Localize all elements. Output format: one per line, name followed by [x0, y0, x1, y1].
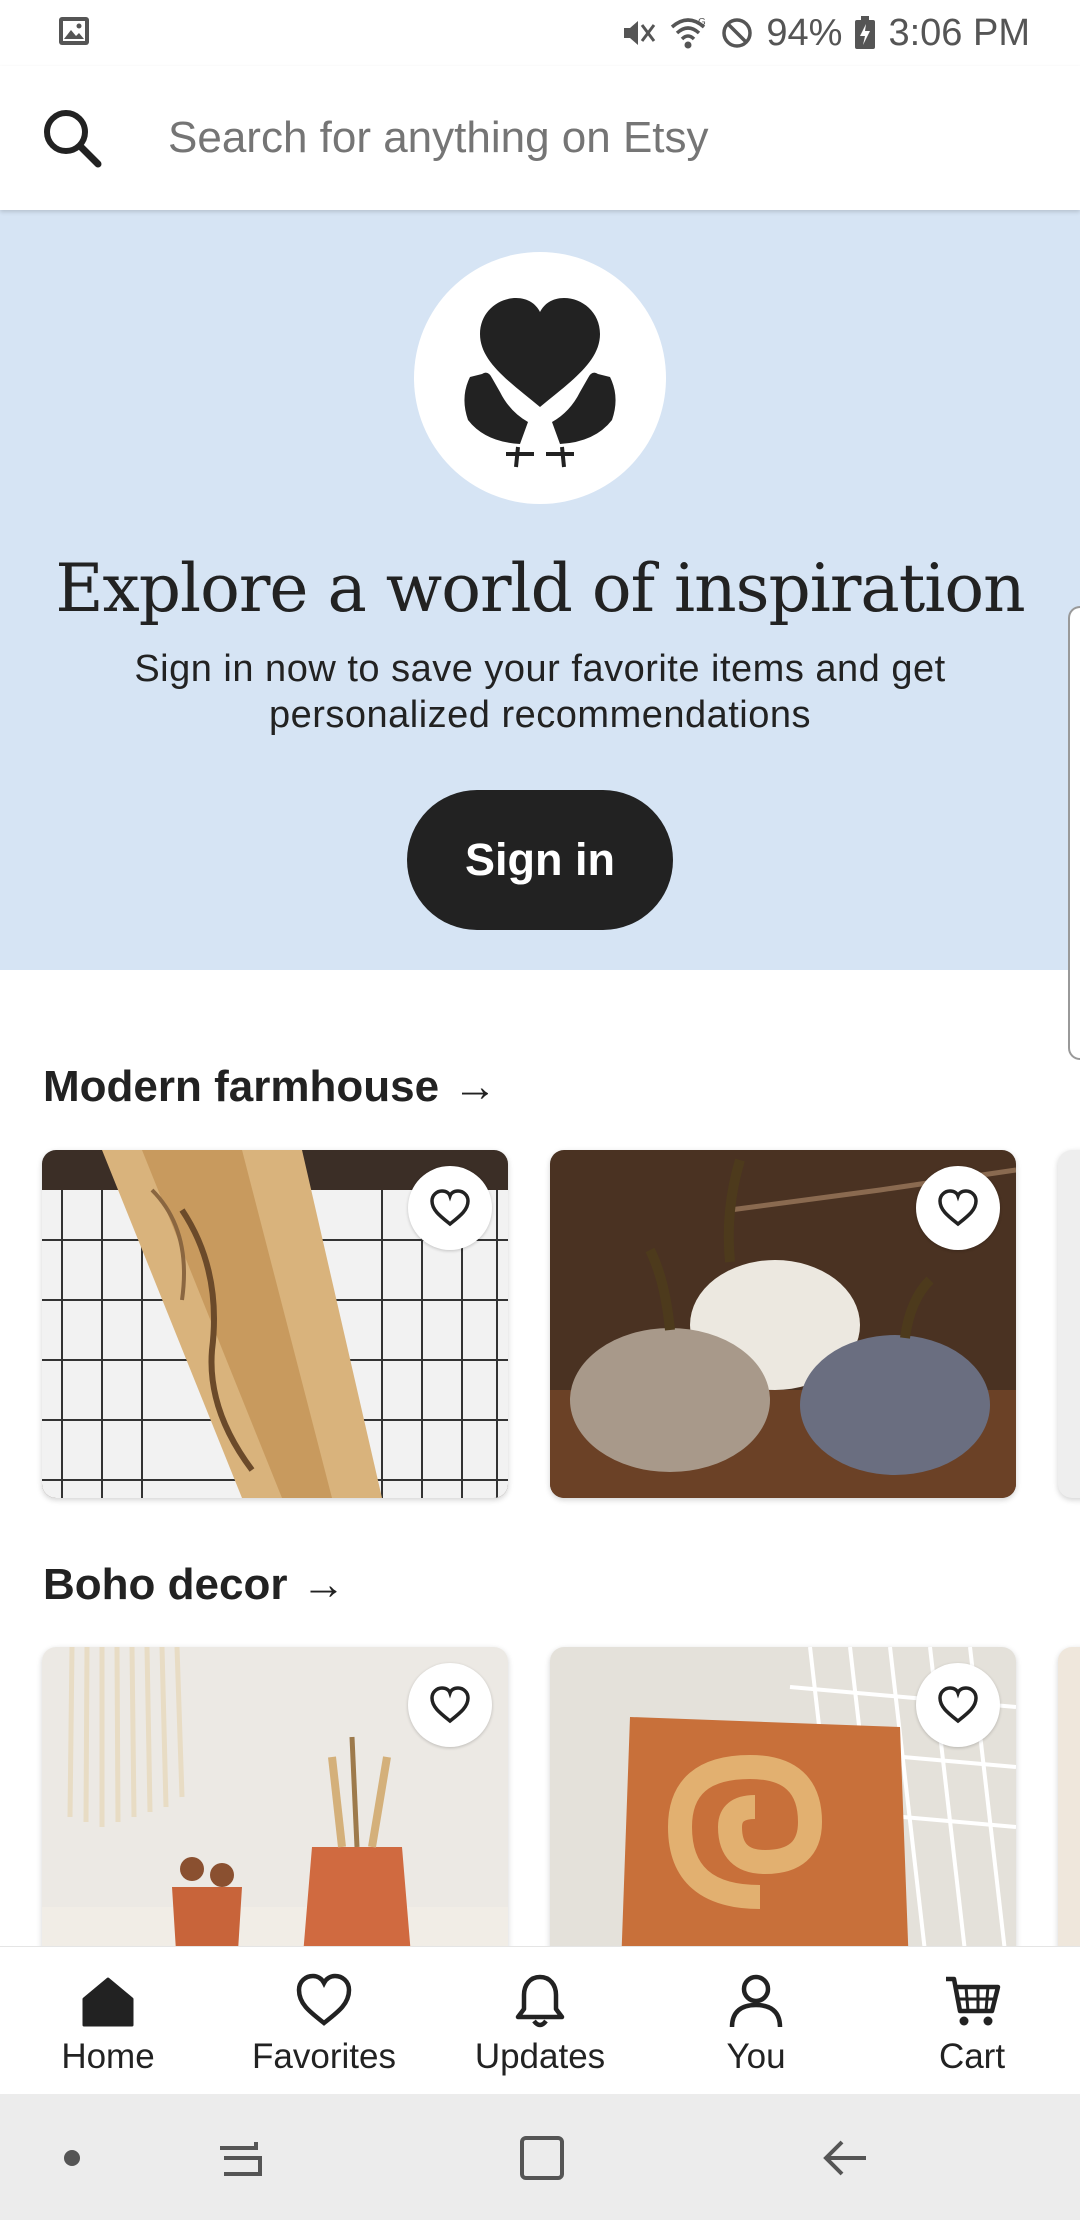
heart-outline-icon: [430, 1686, 470, 1724]
system-navigation-bar: [0, 2094, 1080, 2220]
nav-label: Home: [61, 2037, 155, 2076]
nav-label: Updates: [474, 2037, 606, 2076]
person-icon: [729, 1974, 783, 2028]
listing-card-peek[interactable]: [1058, 1647, 1080, 1995]
do-not-disturb-icon: [722, 18, 753, 48]
mute-icon: [624, 21, 656, 45]
hero-subtitle: Sign in now to save your favorite items …: [134, 648, 946, 736]
section-title-label: Boho decor: [43, 1560, 288, 1609]
heart-icon: [296, 1973, 352, 2026]
nav-label: You: [726, 2037, 786, 2076]
nav-you[interactable]: You: [648, 1947, 864, 2095]
listing-card-peek[interactable]: [1058, 1150, 1080, 1498]
gallery-icon: [59, 17, 89, 45]
nav-label: Cart: [938, 2037, 1006, 2076]
section-title-label: Modern farmhouse: [43, 1062, 440, 1111]
recent-apps-icon[interactable]: [216, 2134, 264, 2182]
nav-label: Favorites: [252, 2037, 396, 2076]
search-input[interactable]: [168, 106, 1028, 170]
arrow-right-icon: →: [301, 1560, 346, 1609]
favorite-button[interactable]: [916, 1166, 1000, 1250]
search-bar: [0, 66, 1080, 210]
hero-badge: [414, 252, 666, 504]
heart-in-hands-icon: [464, 298, 616, 468]
cart-icon: [946, 1976, 1001, 2026]
home-icon: [82, 1977, 134, 2027]
heart-outline-icon: [430, 1189, 470, 1227]
nav-favorites[interactable]: Favorites: [216, 1947, 432, 2095]
battery-icon: [855, 16, 876, 49]
back-icon[interactable]: [822, 2134, 870, 2182]
listing-card[interactable]: [550, 1150, 1016, 1498]
status-icons: G 94% 3:06 PM: [620, 8, 1030, 58]
heart-outline-icon: [938, 1686, 978, 1724]
sign-in-button[interactable]: Sign in: [407, 790, 673, 930]
sign-in-hero: Explore a world of inspiration Sign in n…: [0, 210, 1080, 970]
home-button-icon[interactable]: [518, 2134, 566, 2182]
listing-card[interactable]: [550, 1647, 1016, 1995]
section-title-modern-farmhouse[interactable]: Modern farmhouse →: [43, 1062, 497, 1112]
arrow-right-icon: →: [453, 1062, 498, 1111]
bell-icon: [515, 1974, 565, 2028]
bottom-navigation: Home Favorites Updates You Cart: [0, 1946, 1080, 2095]
nav-home[interactable]: Home: [0, 1947, 216, 2095]
svg-text:G: G: [698, 17, 706, 28]
wifi-icon: G: [671, 17, 706, 49]
favorite-button[interactable]: [916, 1663, 1000, 1747]
listing-card[interactable]: [42, 1150, 508, 1498]
dot-icon[interactable]: [64, 2150, 80, 2166]
section-title-boho-decor[interactable]: Boho decor →: [43, 1560, 345, 1610]
favorite-button[interactable]: [408, 1166, 492, 1250]
hero-title: Explore a world of inspiration: [55, 550, 1025, 627]
nav-updates[interactable]: Updates: [432, 1947, 648, 2095]
favorite-button[interactable]: [408, 1663, 492, 1747]
battery-percent: 94%: [766, 11, 843, 54]
listing-card[interactable]: [42, 1647, 508, 1995]
heart-outline-icon: [938, 1189, 978, 1227]
status-bar: G 94% 3:06 PM: [0, 0, 1080, 66]
nav-cart[interactable]: Cart: [864, 1947, 1080, 2095]
side-panel-handle[interactable]: [1068, 606, 1080, 1060]
clock: 3:06 PM: [888, 11, 1030, 54]
search-icon[interactable]: [40, 106, 104, 170]
